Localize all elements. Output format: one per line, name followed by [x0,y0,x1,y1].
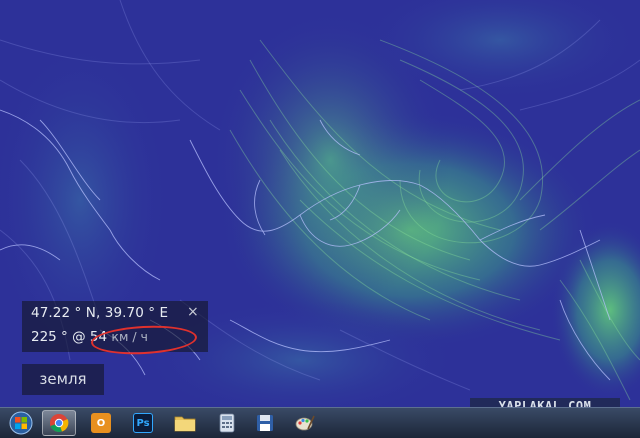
windows-orb-icon [9,411,33,435]
location-readout: 47.22 ° N, 39.70 ° E × 225 ° @ 54 км / ч [22,301,208,357]
taskbar-chrome-button[interactable] [42,410,76,436]
floppy-disk-icon [257,415,273,431]
wind-map[interactable]: 47.22 ° N, 39.70 ° E × 225 ° @ 54 км / ч… [0,0,640,407]
taskbar-outlook-button[interactable]: O [84,410,118,436]
taskbar-save-button[interactable] [248,410,282,436]
taskbar-photoshop-button[interactable]: Ps [126,410,160,436]
taskbar-paint-button[interactable] [288,410,322,436]
folder-icon [174,416,196,432]
photoshop-icon: Ps [133,413,153,433]
taskbar-explorer-button[interactable] [168,410,202,436]
start-button[interactable] [4,410,38,436]
wind-at-symbol: @ [72,329,86,345]
paint-icon [295,415,315,431]
coordinates-text: 47.22 ° N, 39.70 ° E [31,305,169,321]
calculator-icon [219,413,235,433]
earth-menu-button[interactable]: земля [22,364,104,395]
taskbar-calculator-button[interactable] [210,410,244,436]
windows-taskbar: O Ps [0,407,640,438]
chrome-icon [50,414,69,433]
close-icon[interactable]: × [187,304,199,320]
wind-direction-text: 225 ° [31,329,68,345]
outlook-icon: O [91,413,111,433]
